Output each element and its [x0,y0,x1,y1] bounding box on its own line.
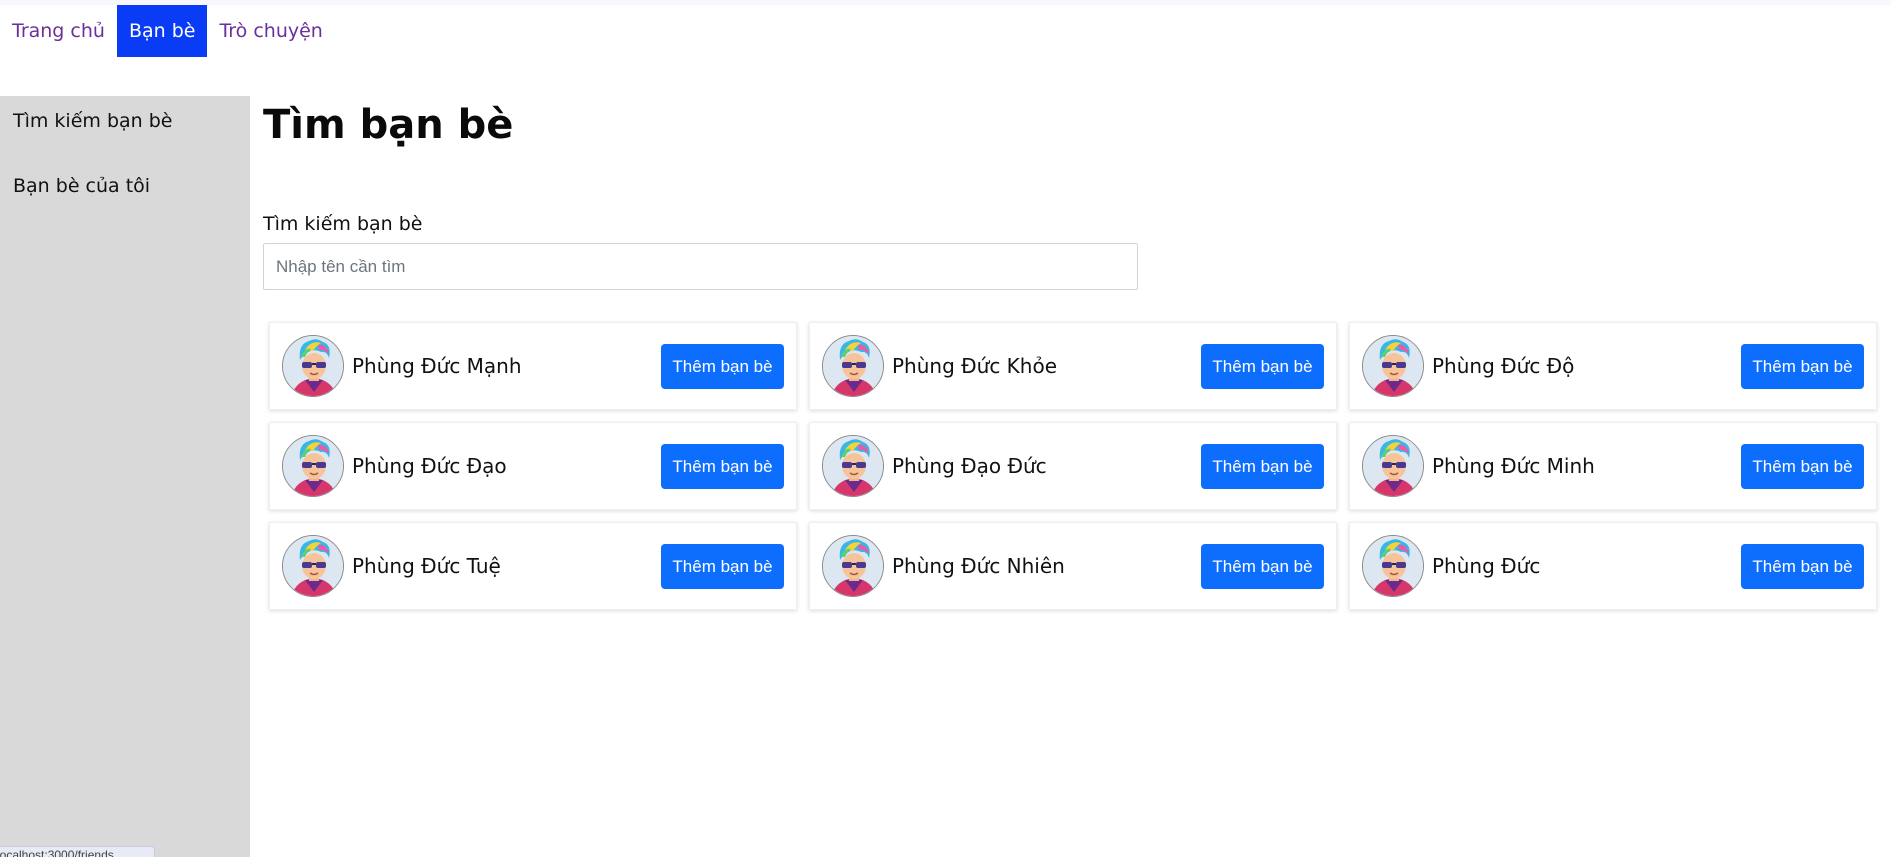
avatar-cartoon-icon [283,336,343,396]
friend-name: Phùng Đức Khỏe [892,354,1057,378]
avatar-cartoon-icon [1363,536,1423,596]
friend-name: Phùng Đức Mạnh [352,354,522,378]
avatar [1362,435,1424,497]
sidebar: Tìm kiếm bạn bè Bạn bè của tôi [0,96,250,857]
friend-name: Phùng Đức Đạo [352,454,507,478]
avatar [822,335,884,397]
friend-results-grid: Phùng Đức Mạnh Thêm bạn bè Phùng Đức Khỏ… [269,322,1877,610]
avatar [282,435,344,497]
friend-card: Phùng Đức Đạo Thêm bạn bè [269,422,797,510]
add-friend-button[interactable]: Thêm bạn bè [1741,344,1864,389]
avatar-cartoon-icon [1363,436,1423,496]
avatar-cartoon-icon [283,436,343,496]
page-title: Tìm bạn bè [263,102,514,148]
avatar [282,335,344,397]
add-friend-button[interactable]: Thêm bạn bè [1201,544,1324,589]
friend-card: Phùng Đức Tuệ Thêm bạn bè [269,522,797,610]
friend-card: Phùng Đức Nhiên Thêm bạn bè [809,522,1337,610]
add-friend-button[interactable]: Thêm bạn bè [661,544,784,589]
friend-name: Phùng Đạo Đức [892,454,1047,478]
friend-name: Phùng Đức Độ [1432,354,1575,378]
friend-name: Phùng Đức [1432,554,1541,578]
search-input[interactable] [263,243,1138,290]
sidebar-item-find-friends[interactable]: Tìm kiếm bạn bè [13,110,173,132]
search-label: Tìm kiếm bạn bè [263,213,423,235]
add-friend-button[interactable]: Thêm bạn bè [1201,344,1324,389]
avatar [1362,535,1424,597]
avatar-cartoon-icon [823,536,883,596]
nav-friends-link[interactable]: Bạn bè [116,5,208,57]
sidebar-item-my-friends[interactable]: Bạn bè của tôi [13,175,150,197]
avatar [1362,335,1424,397]
friend-card: Phùng Đức Độ Thêm bạn bè [1349,322,1877,410]
add-friend-button[interactable]: Thêm bạn bè [1741,544,1864,589]
add-friend-button[interactable]: Thêm bạn bè [661,344,784,389]
add-friend-button[interactable]: Thêm bạn bè [1201,444,1324,489]
avatar [282,535,344,597]
avatar [822,535,884,597]
friend-name: Phùng Đức Minh [1432,454,1595,478]
avatar-cartoon-icon [1363,336,1423,396]
friend-card: Phùng Đức Khỏe Thêm bạn bè [809,322,1337,410]
avatar-cartoon-icon [823,336,883,396]
nav-chat-link[interactable]: Trò chuyện [207,5,334,57]
nav-home-link[interactable]: Trang chủ [0,5,117,57]
avatar [822,435,884,497]
friend-name: Phùng Đức Tuệ [352,554,501,578]
friend-card: Phùng Đức Minh Thêm bạn bè [1349,422,1877,510]
top-navigation: Trang chủ Bạn bè Trò chuyện [0,5,335,57]
add-friend-button[interactable]: Thêm bạn bè [661,444,784,489]
avatar-cartoon-icon [283,536,343,596]
status-bar-url: localhost:3000/friends [0,846,155,857]
avatar-cartoon-icon [823,436,883,496]
add-friend-button[interactable]: Thêm bạn bè [1741,444,1864,489]
friend-name: Phùng Đức Nhiên [892,554,1065,578]
friend-card: Phùng Đức Mạnh Thêm bạn bè [269,322,797,410]
friend-card: Phùng Đức Thêm bạn bè [1349,522,1877,610]
friend-card: Phùng Đạo Đức Thêm bạn bè [809,422,1337,510]
